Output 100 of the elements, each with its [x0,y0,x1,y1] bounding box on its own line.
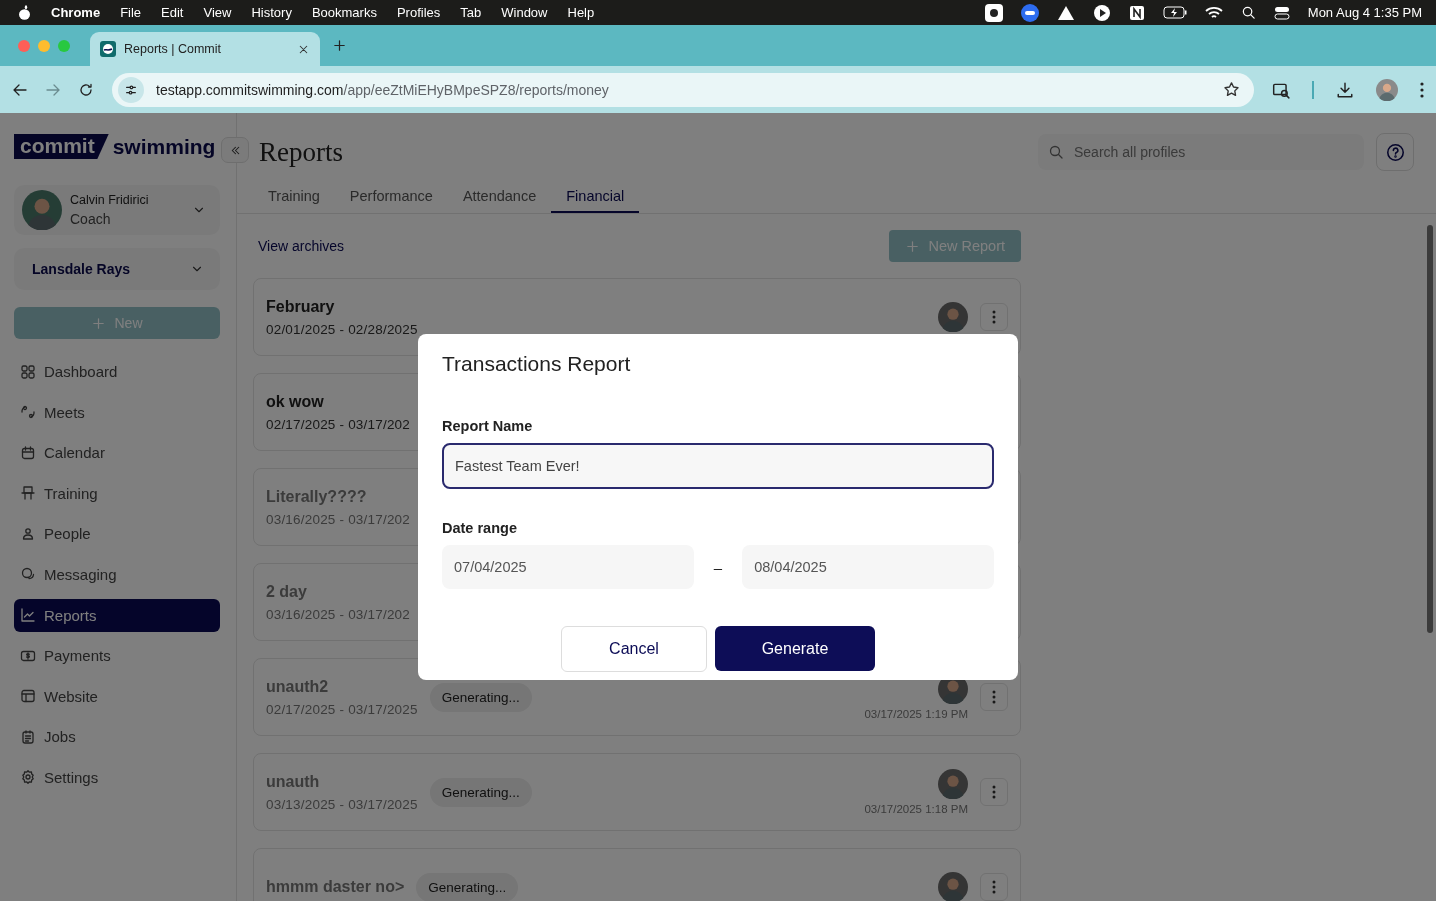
nav-item[interactable]: Settings [14,760,220,794]
menu-item[interactable]: Bookmarks [311,5,377,20]
nav-item[interactable]: Dashboard [14,355,220,388]
view-archives-link[interactable]: View archives [258,238,345,254]
menu-item[interactable]: Edit [161,5,184,20]
cancel-button[interactable]: Cancel [561,626,707,672]
people-icon [20,525,36,542]
status-label: Generating... [429,682,532,712]
layout-icon [20,688,36,705]
nav-item[interactable]: Reports [14,598,220,632]
report-dates: 03/16/2025 - 03/17/202 [266,511,411,527]
report-title: 2 day [266,582,308,601]
timestamp: 03/17/2025 1:18 PM [864,803,968,815]
menu-item[interactable]: View [203,5,232,20]
more-icon [992,690,996,704]
swimmer-icon [100,41,116,57]
video-chat-icon[interactable] [1020,3,1039,22]
nav-item[interactable]: Website [14,679,220,713]
toggles-icon[interactable] [1273,4,1290,21]
menu-item[interactable]: Help [567,5,595,20]
end-date-field[interactable]: 08/04/2025 [742,545,994,589]
logo-text: commit [14,134,109,159]
page-title: Reports [259,136,343,168]
report-title: hmmm daster no> [266,878,405,896]
download-icon [1336,80,1354,99]
play-icon[interactable] [1092,3,1111,22]
menu-item[interactable]: File [120,5,142,20]
report-card[interactable]: unauth 03/13/2025 - 03/17/2025 Generating... 03/17/2025 1:18 PM [253,753,1021,831]
plus-icon [332,38,347,53]
avatar [1376,78,1398,101]
team-selector[interactable]: Lansdale Rays [14,248,220,290]
generate-button[interactable]: Generate [715,626,875,671]
timestamp: 03/17/2025 1:19 PM [864,708,968,720]
nav-item[interactable]: Messaging [14,557,220,591]
tune-icon [124,82,138,97]
address-bar[interactable]: testapp.commitswimming.com/app/eeZtMiEHyBMpeSPZ8/reports/money [112,72,1254,107]
report-title: ok wow [266,392,325,411]
report-dates: 02/17/2025 - 03/17/202 [266,416,411,432]
avatar [938,872,968,901]
nav-item[interactable]: People [14,517,220,551]
report-dates: 02/17/2025 - 03/17/2025 [266,701,418,717]
field-label: Report Name [442,418,534,434]
chart-icon [20,607,36,624]
notebook-icon[interactable] [1128,4,1145,21]
user-name: Calvin Fridirici [70,193,150,207]
calendar-icon [20,444,36,461]
tab[interactable]: Attendance [447,182,552,213]
start-date-field[interactable]: 07/04/2025 [442,545,694,589]
more-icon[interactable] [1420,81,1424,98]
report-title: Literally???? [266,487,368,506]
more-icon [992,310,996,324]
nav-item[interactable]: Calendar [14,436,220,470]
avatar [938,769,968,799]
status-label: Generating... [429,777,532,807]
report-dates: 02/01/2025 - 02/28/2025 [266,321,418,337]
grid-icon [20,363,36,380]
menu-title[interactable]: Chrome [51,5,101,20]
report-title: February [266,297,336,316]
search-field[interactable]: Search all profiles [1038,134,1364,170]
more-icon [992,785,996,799]
battery-icon [1162,6,1187,19]
report-name-field[interactable]: Fastest Team Ever! [442,443,994,489]
field-label: Date range [442,520,518,536]
report-card[interactable]: hmmm daster no> Generating... [253,848,1021,901]
menu-item[interactable]: Tab [460,5,482,20]
url-text: testapp.commitswimming.com/app/eeZtMiEHyBMpeSPZ8/reports/money [156,81,610,98]
nav-item[interactable]: Jobs [14,720,220,754]
menu-item[interactable]: History [251,5,292,20]
search-input[interactable]: Search all profiles [1072,143,1354,161]
status-label: Generating... [416,872,519,901]
nav-item[interactable]: Meets [14,395,220,429]
report-title: unauth2 [266,677,330,696]
triangle-icon[interactable] [1056,4,1075,21]
board-icon [20,485,36,502]
nav-item[interactable]: Training [14,476,220,510]
browser-tab[interactable]: Reports | Commit [90,32,320,66]
nav-item[interactable]: Payments [14,639,220,673]
scrollbar[interactable] [1427,225,1433,633]
plus-icon [91,315,107,331]
report-title: unauth [266,772,321,791]
tab[interactable]: Training [253,182,335,213]
search-icon [1240,5,1256,20]
tab[interactable]: Financial [551,182,640,213]
apple-icon[interactable] [18,5,31,20]
more-icon [992,880,996,894]
clipboard-icon [20,728,36,745]
help-button[interactable] [1376,133,1414,171]
forward-icon[interactable] [46,83,60,96]
tab-title: Reports | Commit [124,42,222,56]
user-menu[interactable]: Calvin Fridirici Coach [14,185,220,235]
avatar [938,302,968,332]
menu-item[interactable]: Profiles [396,5,441,20]
avatar [22,190,62,230]
tab[interactable]: Performance [334,182,448,213]
help-icon [1385,142,1405,162]
wifi-icon[interactable] [1204,5,1223,20]
menu-item[interactable]: Window [501,5,548,20]
report-dates: 03/16/2025 - 03/17/202 [266,606,411,622]
user-role: Coach [70,211,112,227]
search-icon [1048,144,1064,160]
